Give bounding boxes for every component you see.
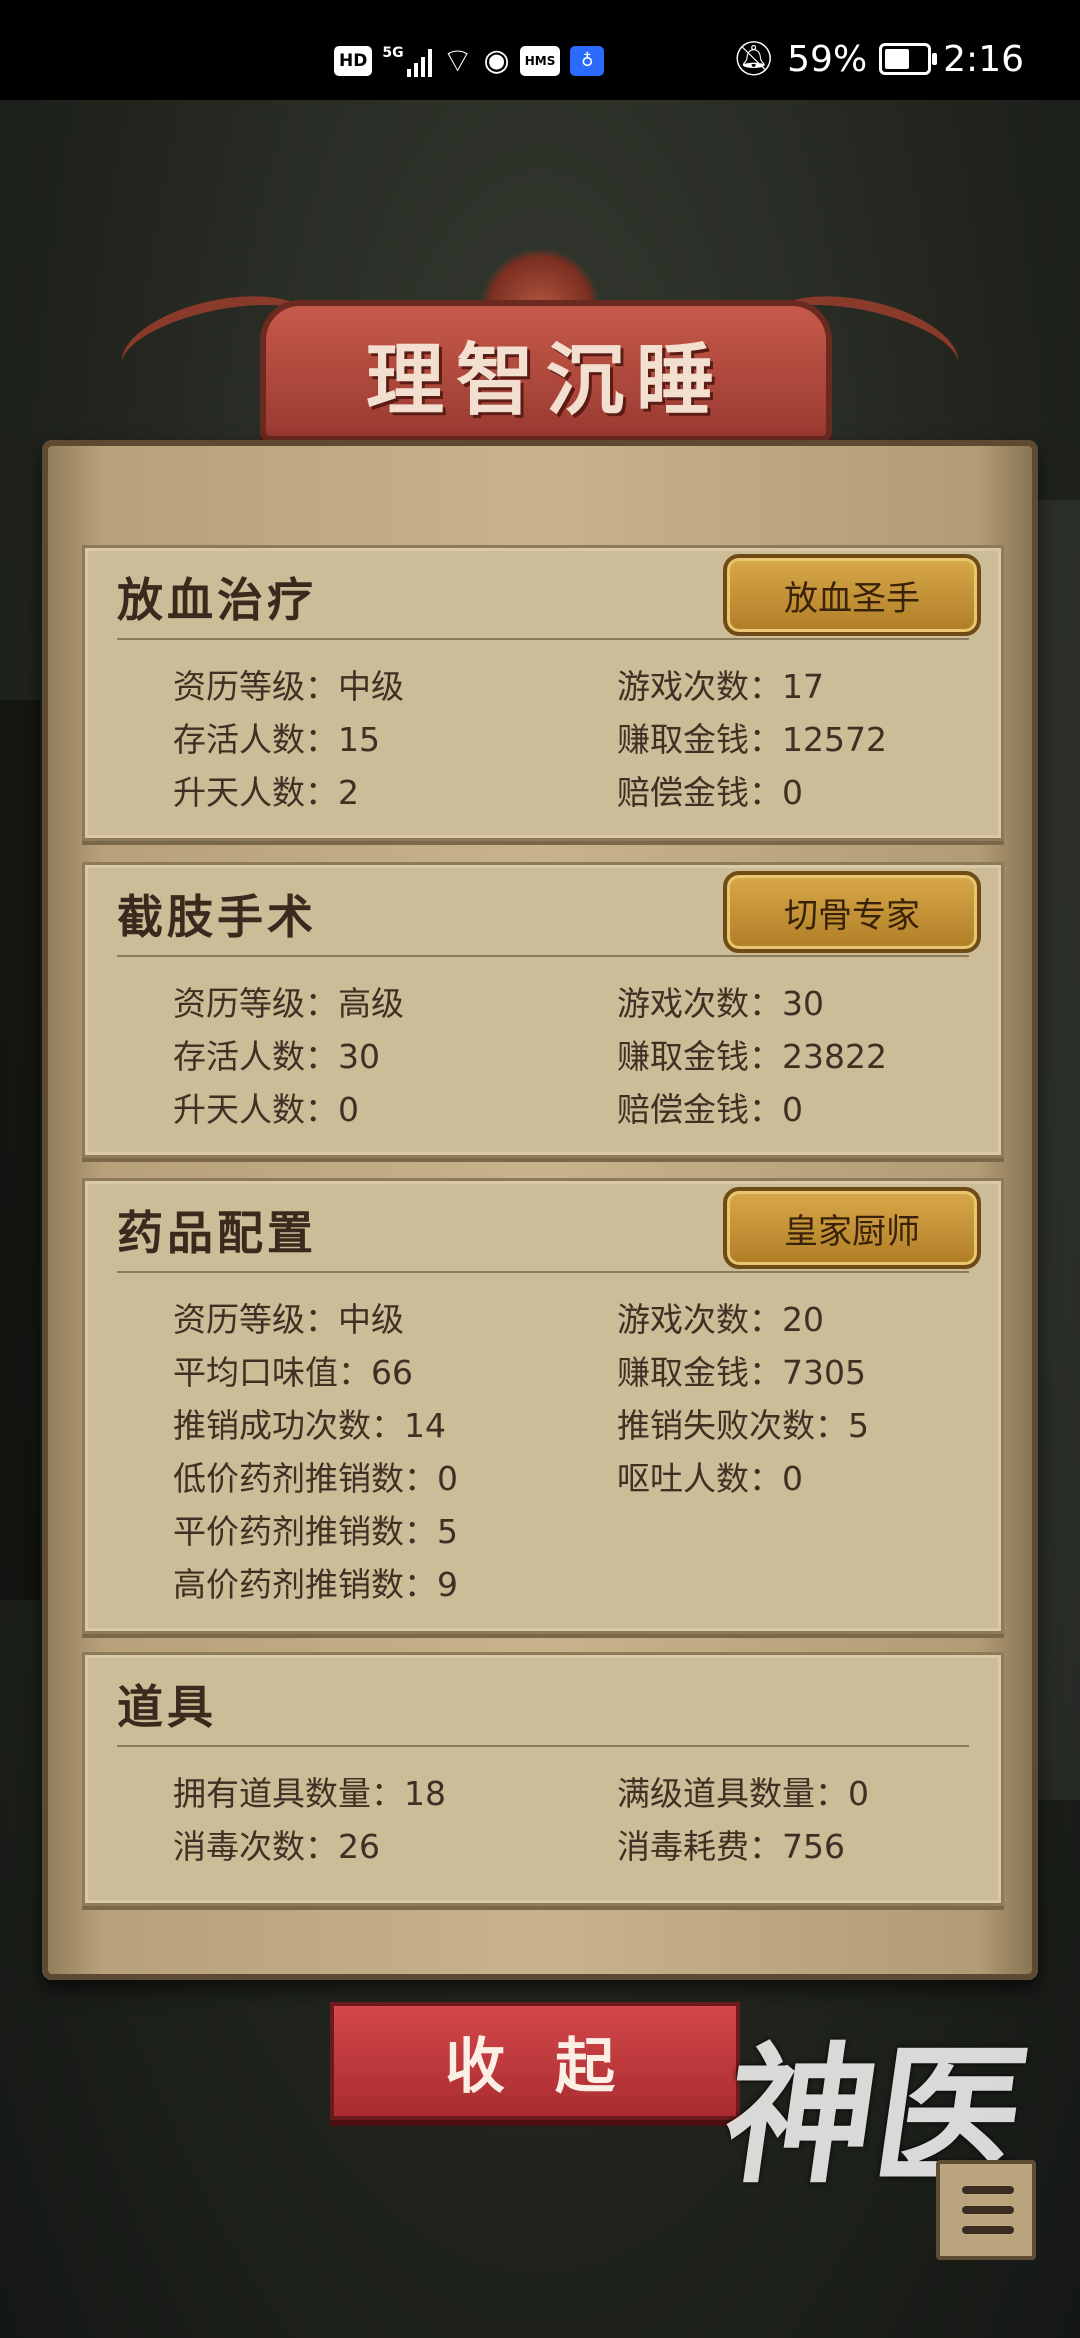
section-medicine: 药品配置 皇家厨师 资历等级：中级 游戏次数：20 平均口味值：66 赚取金钱：…	[82, 1178, 1004, 1634]
stat-sales-fail: 推销失败次数：5	[617, 1406, 869, 1445]
stat-avg-taste: 平均口味值：66	[173, 1353, 413, 1392]
stat-survivors: 存活人数：30	[173, 1037, 380, 1076]
stat-rank: 资历等级：中级	[173, 1300, 404, 1339]
stat-games: 游戏次数：20	[617, 1300, 824, 1339]
section-title: 截肢手术	[117, 890, 317, 944]
divider	[117, 1271, 969, 1273]
stat-disinfect-count: 消毒次数：26	[173, 1827, 380, 1866]
banner-crest	[480, 248, 600, 308]
battery-icon	[879, 43, 938, 75]
divider	[117, 638, 969, 640]
achievement-badge[interactable]: 放血圣手	[723, 554, 981, 636]
stat-disinfect-cost: 消毒耗费：756	[617, 1827, 845, 1866]
section-title: 放血治疗	[117, 573, 317, 627]
stat-games: 游戏次数：30	[617, 984, 824, 1023]
page-title: 理智沉睡	[365, 335, 726, 426]
wechat-icon: ◉	[483, 43, 510, 78]
section-items: 道具 拥有道具数量：18 满级道具数量：0 消毒次数：26 消毒耗费：756	[82, 1652, 1004, 1906]
stat-money-earned: 赚取金钱：7305	[617, 1353, 866, 1392]
stat-money-earned: 赚取金钱：12572	[617, 720, 887, 759]
menu-button[interactable]	[936, 2160, 1036, 2260]
divider	[117, 955, 969, 957]
wifi-icon: ⌔	[441, 41, 474, 81]
section-title: 道具	[117, 1680, 217, 1734]
section-amputation: 截肢手术 切骨专家 资历等级：高级 游戏次数：30 存活人数：30 赚取金钱：2…	[82, 862, 1004, 1158]
section-title: 药品配置	[117, 1206, 317, 1260]
divider	[117, 1745, 969, 1747]
stat-items-maxed: 满级道具数量：0	[617, 1774, 869, 1813]
battery-percent: 59%	[787, 38, 868, 80]
status-icons-right: 🔕︎ 59% 2:16	[732, 34, 1024, 84]
network-type-label: 5G	[382, 45, 404, 61]
status-bar: HD 5G ⌔ ◉ HMS ♁ 🔕︎ 59% 2:16	[0, 0, 1080, 100]
stat-rank: 资历等级：高级	[173, 984, 404, 1023]
stat-low-price-sales: 低价药剂推销数：0	[173, 1459, 458, 1498]
achievement-badge[interactable]: 切骨专家	[723, 871, 981, 953]
stat-vomit: 呕吐人数：0	[617, 1459, 803, 1498]
signal-icon: 5G	[382, 45, 432, 77]
collapse-button[interactable]: 收起	[330, 2002, 740, 2120]
status-icons-left: HD 5G ⌔ ◉ HMS ♁	[334, 40, 605, 82]
stat-high-price-sales: 高价药剂推销数：9	[173, 1565, 458, 1604]
clock: 2:16	[943, 38, 1024, 80]
stat-rank: 资历等级：中级	[173, 667, 404, 706]
achievement-badge[interactable]: 皇家厨师	[723, 1187, 981, 1269]
stat-items-owned: 拥有道具数量：18	[173, 1774, 446, 1813]
stat-deaths: 升天人数：2	[173, 773, 359, 812]
mute-icon: 🔕︎	[731, 39, 776, 79]
stat-compensation: 赔偿金钱：0	[617, 1090, 803, 1129]
stat-compensation: 赔偿金钱：0	[617, 773, 803, 812]
section-bloodletting: 放血治疗 放血圣手 资历等级：中级 游戏次数：17 存活人数：15 赚取金钱：1…	[82, 545, 1004, 841]
stat-survivors: 存活人数：15	[173, 720, 380, 759]
stat-mid-price-sales: 平价药剂推销数：5	[173, 1512, 458, 1551]
stat-sales-success: 推销成功次数：14	[173, 1406, 446, 1445]
hms-icon: HMS	[519, 46, 561, 76]
stat-games: 游戏次数：17	[617, 667, 824, 706]
stat-money-earned: 赚取金钱：23822	[617, 1037, 887, 1076]
stat-deaths: 升天人数：0	[173, 1090, 359, 1129]
bulb-icon: ♁	[570, 46, 605, 76]
hd-icon: HD	[334, 46, 373, 76]
